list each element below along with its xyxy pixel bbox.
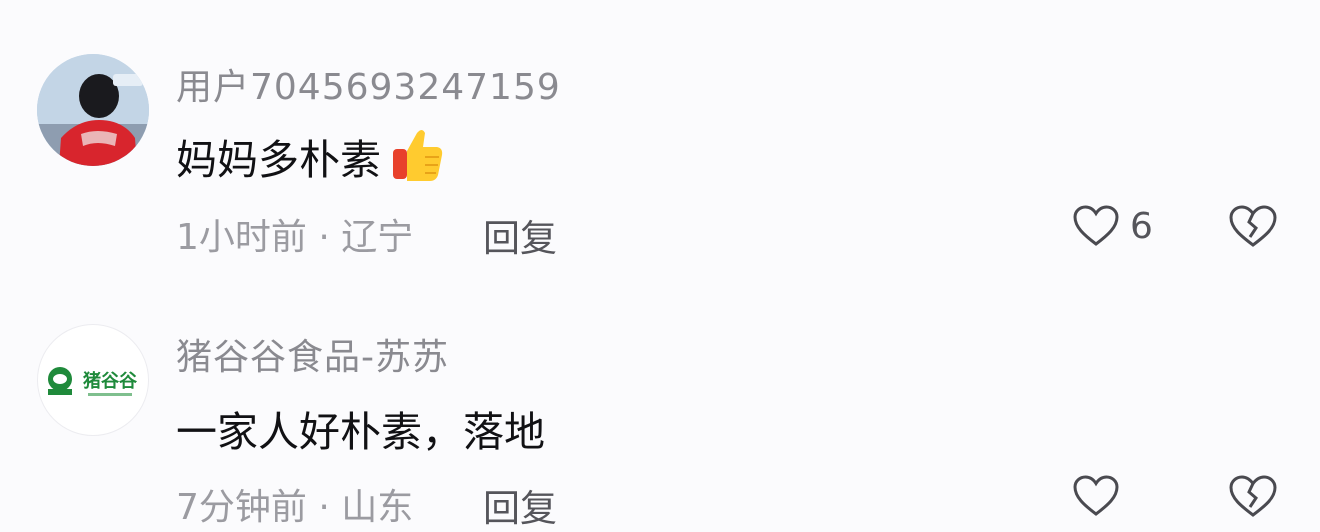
broken-heart-icon bbox=[1229, 205, 1277, 247]
dislike-button[interactable] bbox=[1228, 474, 1278, 522]
comment-text: 妈妈多朴素 bbox=[176, 126, 445, 186]
comment-meta: 1小时前 · 辽宁 bbox=[176, 217, 414, 258]
dislike-button[interactable] bbox=[1228, 204, 1278, 252]
comment-item: 猪谷谷 猪谷谷食品-苏苏 一家人好朴素，落地 7分钟前 · 山东 回复 bbox=[0, 270, 1320, 530]
comment-username[interactable]: 猪谷谷食品-苏苏 bbox=[176, 328, 449, 380]
avatar[interactable]: 猪谷谷 bbox=[37, 324, 149, 436]
broken-heart-icon bbox=[1229, 475, 1277, 517]
reply-button[interactable]: 回复 bbox=[483, 478, 557, 532]
reply-button[interactable]: 回复 bbox=[483, 208, 557, 262]
heart-outline-icon bbox=[1073, 475, 1119, 516]
comment-item: 用户7045693247159 妈妈多朴素 1小时前 · 辽宁 回复 6 bbox=[0, 0, 1320, 270]
thumbs-up-icon bbox=[393, 130, 443, 181]
like-count: 6 bbox=[1130, 205, 1153, 247]
logo-text: 猪谷谷 bbox=[82, 370, 138, 392]
comment-meta: 7分钟前 · 山东 bbox=[176, 487, 414, 528]
comment-text-content: 一家人好朴素，落地 bbox=[176, 408, 545, 456]
avatar-photo bbox=[37, 54, 149, 166]
brand-logo: 猪谷谷 bbox=[48, 367, 138, 396]
heart-outline-icon bbox=[1073, 205, 1119, 246]
comment-text-content: 妈妈多朴素 bbox=[176, 136, 381, 184]
like-button[interactable]: 6 bbox=[1072, 204, 1153, 248]
avatar[interactable] bbox=[37, 54, 149, 166]
comment-text: 一家人好朴素，落地 bbox=[176, 398, 545, 458]
like-button[interactable] bbox=[1072, 474, 1120, 518]
comment-username[interactable]: 用户7045693247159 bbox=[176, 58, 561, 110]
